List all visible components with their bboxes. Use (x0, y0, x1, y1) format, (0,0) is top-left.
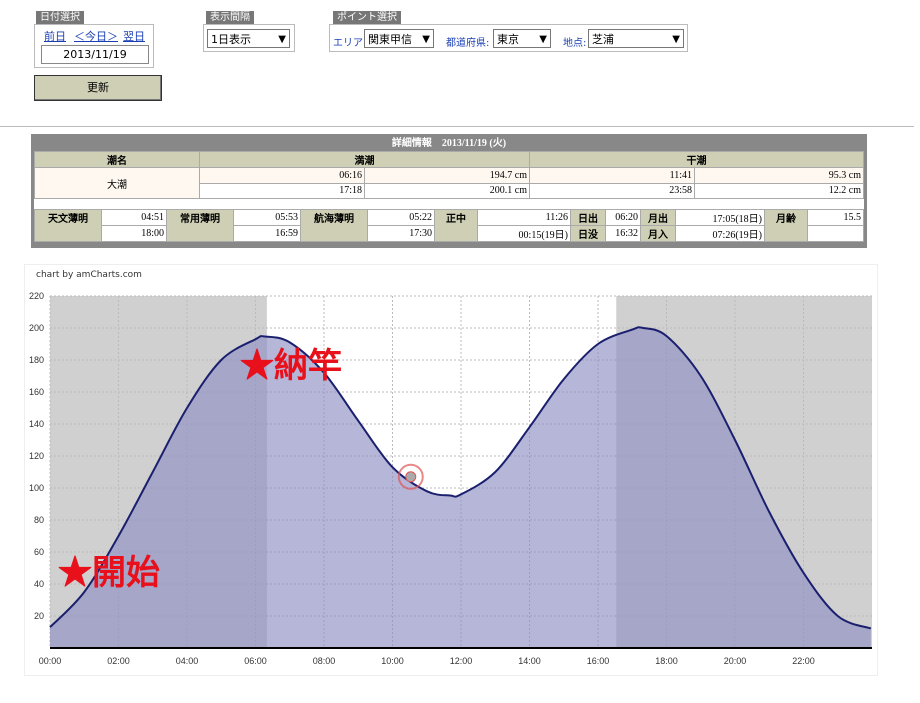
stop-annotation: ★納竿 (240, 346, 342, 386)
x-tick-label: 04:00 (176, 656, 199, 666)
y-tick-label: 40 (34, 579, 44, 589)
x-tick-label: 20:00 (724, 656, 747, 666)
y-tick-label: 100 (29, 483, 44, 493)
marker-dot (405, 471, 417, 483)
x-tick-label: 12:00 (450, 656, 473, 666)
y-tick-label: 20 (34, 611, 44, 621)
y-tick-label: 140 (29, 419, 44, 429)
y-tick-label: 120 (29, 451, 44, 461)
y-axis-ticks: 20 40 60 80 100 120 140 160 180 200 220 (29, 291, 44, 621)
x-tick-label: 08:00 (313, 656, 336, 666)
y-tick-label: 60 (34, 547, 44, 557)
y-tick-label: 160 (29, 387, 44, 397)
x-tick-label: 00:00 (39, 656, 62, 666)
start-annotation: ★開始 (58, 553, 160, 593)
y-tick-label: 200 (29, 323, 44, 333)
x-axis-ticks: 00:00 02:00 04:00 06:00 08:00 10:00 12:00 14:00… (39, 656, 815, 666)
x-tick-label: 18:00 (655, 656, 678, 666)
y-tick-label: 220 (29, 291, 44, 301)
y-tick-label: 80 (34, 515, 44, 525)
y-tick-label: 180 (29, 355, 44, 365)
x-tick-label: 14:00 (518, 656, 541, 666)
x-tick-label: 10:00 (381, 656, 404, 666)
x-tick-label: 02:00 (107, 656, 130, 666)
x-tick-label: 22:00 (792, 656, 815, 666)
tide-chart: 20 40 60 80 100 120 140 160 180 200 220 00:00 02:00… (29, 291, 872, 666)
x-tick-label: 06:00 (244, 656, 267, 666)
x-tick-label: 16:00 (587, 656, 610, 666)
